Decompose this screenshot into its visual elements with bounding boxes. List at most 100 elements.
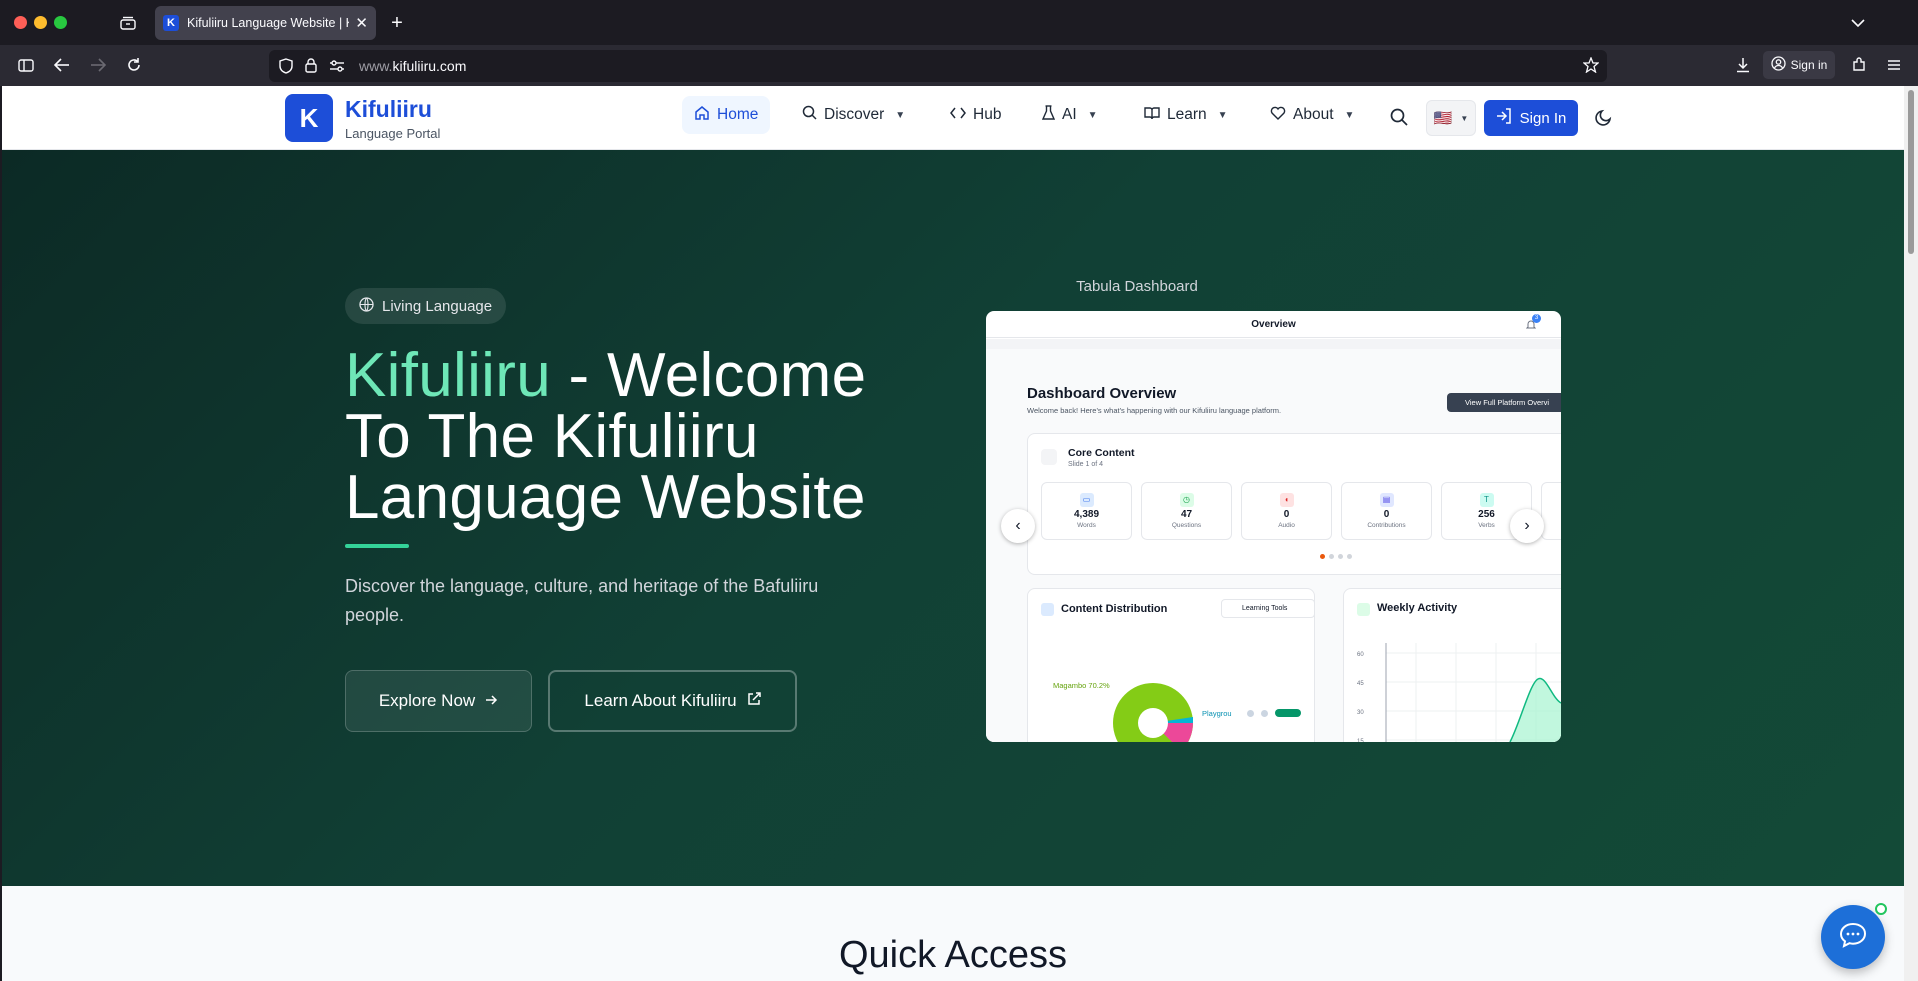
dash-title: Dashboard Overview [1027, 385, 1177, 402]
heart-icon [1270, 106, 1286, 125]
dashboard-preview: Overview 3 Dashboard Overview Welcome ba… [986, 311, 1561, 742]
dash-topbar-title: Overview [986, 311, 1561, 338]
chart-dot [1261, 710, 1268, 717]
new-tab-icon[interactable]: + [383, 9, 411, 37]
downloads-icon[interactable] [1729, 51, 1757, 79]
slide-dot [1347, 554, 1352, 559]
sign-in-button[interactable]: Sign In [1484, 100, 1578, 136]
slide-dot-active [1320, 554, 1325, 559]
chevron-down-icon: ▼ [895, 109, 906, 121]
stat-value: 4,389 [1073, 509, 1100, 520]
chart-dot-active [1275, 709, 1301, 717]
menu-icon[interactable] [1880, 51, 1908, 79]
chat-bubble-icon [1839, 922, 1867, 953]
explore-now-button[interactable]: Explore Now [345, 670, 532, 732]
address-bar[interactable]: www. kifuliiru.com [269, 50, 1607, 82]
external-link-icon [747, 691, 761, 711]
nav-discover-label: Discover [824, 106, 885, 123]
carousel-next-button[interactable]: › [1510, 509, 1544, 543]
close-tab-icon[interactable]: ✕ [355, 14, 368, 32]
reload-icon[interactable] [120, 51, 148, 79]
core-content-slide: Slide 1 of 4 [1068, 461, 1104, 468]
stat-value: 0 [1383, 509, 1390, 520]
globe-icon [359, 296, 374, 316]
book-icon [1144, 106, 1160, 125]
minimize-window-button[interactable] [34, 16, 47, 29]
tab-list-chevron-icon[interactable] [1844, 9, 1872, 37]
moon-icon[interactable] [1595, 108, 1613, 131]
us-flag-icon: 🇺🇸 [1433, 109, 1453, 127]
y-tick: 45 [1357, 681, 1364, 687]
quick-access-section: Quick Access [2, 886, 1904, 981]
nav-discover[interactable]: Discover ▼ [790, 96, 917, 134]
chevron-down-icon: ▼ [1460, 113, 1469, 123]
weekly-title: Weekly Activity [1377, 602, 1458, 614]
tab-overview-icon[interactable] [114, 9, 142, 37]
lock-icon[interactable] [305, 58, 317, 76]
browser-tab-active[interactable]: K Kifuliiru Language Website | Kifu ✕ [155, 6, 376, 40]
nav-ai-label: AI [1062, 106, 1077, 123]
language-selector[interactable]: 🇺🇸 ▼ [1426, 100, 1476, 136]
nav-home[interactable]: Home [682, 96, 771, 134]
hero-section: Living Language Kifuliiru - Welcome To T… [2, 150, 1904, 886]
site-logo[interactable]: K [285, 94, 333, 142]
notification-count: 3 [1532, 314, 1541, 323]
online-status-dot [1875, 903, 1887, 915]
activity-icon [1357, 603, 1370, 616]
extensions-icon[interactable] [1845, 51, 1873, 79]
search-icon [802, 105, 817, 125]
close-window-button[interactable] [14, 16, 27, 29]
stat-label: Contributions [1367, 522, 1406, 529]
distribution-title: Content Distribution [1061, 603, 1168, 615]
hero-headline: Kifuliiru - Welcome To The Kifuliiru Lan… [345, 345, 905, 529]
stat-value: 47 [1180, 509, 1193, 520]
nav-about-label: About [1293, 106, 1334, 123]
view-full-overview-button: View Full Platform Overvi [1447, 393, 1561, 412]
carousel-prev-button[interactable]: ‹ [1001, 509, 1035, 543]
scrollbar-thumb[interactable] [1908, 90, 1914, 254]
nav-ai[interactable]: AI ▼ [1030, 96, 1110, 134]
shield-icon[interactable] [279, 58, 293, 77]
nav-about[interactable]: About ▼ [1258, 96, 1366, 134]
browser-toolbar: www. kifuliiru.com Sign in [0, 45, 1918, 86]
home-icon [694, 105, 710, 126]
slide-dot [1338, 554, 1343, 559]
browser-tab-strip: K Kifuliiru Language Website | Kifu ✕ + [0, 0, 1918, 45]
chat-button[interactable] [1821, 903, 1887, 969]
back-icon[interactable] [48, 51, 76, 79]
browser-account-button[interactable]: Sign in [1763, 51, 1835, 79]
tab-title: Kifuliiru Language Website | Kifu [187, 16, 350, 30]
flask-icon [1041, 104, 1056, 126]
url-prefix: www. [359, 58, 393, 74]
learn-about-button[interactable]: Learn About Kifuliiru [548, 670, 797, 732]
distribution-pie-chart [1113, 683, 1193, 742]
page-scrollbar[interactable] [1904, 86, 1918, 981]
dashboard-caption: Tabula Dashboard [1076, 278, 1198, 295]
arrow-right-icon [485, 691, 498, 711]
learn-label: Learn About Kifuliiru [584, 691, 737, 710]
nav-hub[interactable]: Hub [938, 96, 1013, 134]
stat-partial [1541, 482, 1561, 540]
stat-label: Audio [1278, 522, 1295, 529]
forward-icon[interactable] [84, 51, 112, 79]
dash-subbar [986, 339, 1561, 349]
nav-hub-label: Hub [973, 106, 1002, 123]
dash-subtitle: Welcome back! Here's what's happening wi… [1027, 406, 1282, 415]
chevron-down-icon: ▼ [1217, 109, 1228, 121]
headline-accent: Kifuliiru [345, 341, 551, 410]
tab-favicon: K [163, 15, 179, 31]
site-permissions-icon[interactable] [329, 59, 345, 76]
bookmark-star-icon[interactable] [1582, 56, 1600, 76]
maximize-window-button[interactable] [54, 16, 67, 29]
living-language-badge: Living Language [345, 288, 507, 324]
stat-label: Questions [1171, 522, 1202, 529]
stat-value: 0 [1283, 509, 1290, 520]
sidebar-toggle-icon[interactable] [12, 51, 40, 79]
nav-learn[interactable]: Learn ▼ [1132, 96, 1240, 134]
brand-name[interactable]: Kifuliiru [345, 96, 432, 123]
weekly-y-ticks: 60 45 30 15 [1357, 641, 1364, 742]
badge-label: Living Language [382, 297, 493, 315]
site-search-icon[interactable] [1390, 108, 1408, 131]
stat-questions: ◷ 47 Questions [1141, 482, 1232, 540]
stat-label: Words [1077, 522, 1096, 529]
